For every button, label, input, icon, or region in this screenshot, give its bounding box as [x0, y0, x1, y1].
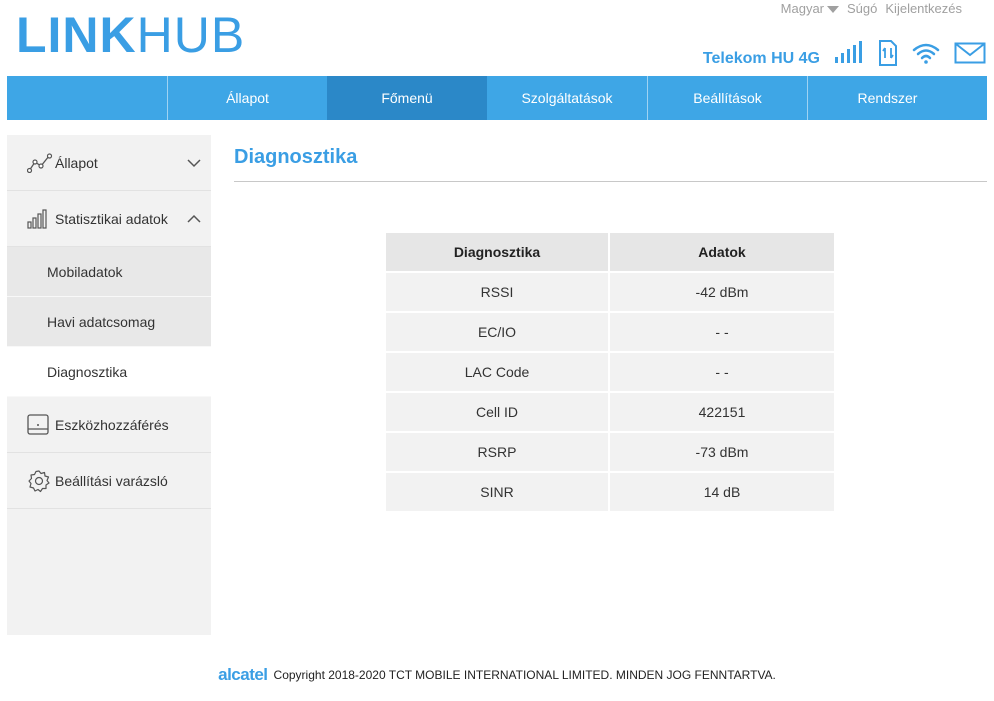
footer: alcatel Copyright 2018-2020 TCT MOBILE I…	[0, 665, 994, 685]
status-bar: Telekom HU 4G	[702, 39, 986, 71]
help-link[interactable]: Súgó	[847, 1, 877, 16]
sidebar-item-beallitasi-varazslo[interactable]: Beállítási varázsló	[7, 453, 211, 509]
top-links: Magyar Súgó Kijelentkezés	[781, 1, 962, 16]
logout-link[interactable]: Kijelentkezés	[885, 1, 962, 16]
wifi-icon	[912, 42, 940, 69]
table-row: RSRP -73 dBm	[386, 433, 834, 473]
sidebar-item-label: Eszközhozzáférés	[55, 416, 169, 433]
row-value: -42 dBm	[610, 273, 834, 313]
column-header-diagnosztika: Diagnosztika	[386, 233, 610, 273]
operator-name: Telekom HU 4G	[702, 50, 820, 67]
row-label: RSRP	[386, 433, 610, 473]
column-header-adatok: Adatok	[610, 233, 834, 273]
nav-fomenu[interactable]: Főmenü	[327, 76, 487, 120]
nav-beallitasok[interactable]: Beállítások	[647, 76, 807, 120]
copyright-text: Copyright 2018-2020 TCT MOBILE INTERNATI…	[273, 668, 776, 682]
table-row: EC/IO - -	[386, 313, 834, 353]
sidebar-subitem-mobiladatok[interactable]: Mobiladatok	[7, 247, 211, 297]
sidebar: Állapot Statisztikai adatok Mobiladatok …	[7, 135, 211, 635]
title-divider	[234, 181, 987, 182]
device-icon	[27, 413, 53, 436]
row-value: 14 dB	[610, 473, 834, 513]
sidebar-item-label: Beállítási varázsló	[55, 472, 168, 489]
linkhub-logo: LINKHUB	[16, 10, 245, 60]
chevron-up-icon	[187, 211, 201, 227]
nav-allapot[interactable]: Állapot	[167, 76, 327, 120]
logo-part1: LINK	[16, 7, 137, 63]
row-value: - -	[610, 313, 834, 353]
gear-icon	[27, 469, 53, 492]
row-label: Cell ID	[386, 393, 610, 433]
nav-rendszer[interactable]: Rendszer	[807, 76, 967, 120]
caret-down-icon	[827, 5, 840, 13]
table-row: SINR 14 dB	[386, 473, 834, 513]
language-label: Magyar	[780, 1, 825, 16]
table-row: RSSI -42 dBm	[386, 273, 834, 313]
row-value: - -	[610, 353, 834, 393]
table-row: Cell ID 422151	[386, 393, 834, 433]
sim-card-icon	[878, 39, 898, 71]
sidebar-item-allapot[interactable]: Állapot	[7, 135, 211, 191]
main-nav: Állapot Főmenü Szolgáltatások Beállításo…	[7, 76, 987, 120]
nav-szolgaltatasok[interactable]: Szolgáltatások	[487, 76, 647, 120]
diagnostics-table: Diagnosztika Adatok RSSI -42 dBm EC/IO -…	[386, 233, 834, 513]
chevron-down-icon	[187, 155, 201, 171]
chart-line-icon	[27, 152, 53, 174]
logo-part2: HUB	[136, 7, 246, 63]
sidebar-item-label: Statisztikai adatok	[55, 210, 168, 227]
table-header-row: Diagnosztika Adatok	[386, 233, 834, 273]
mail-icon[interactable]	[954, 42, 986, 69]
row-label: RSSI	[386, 273, 610, 313]
row-label: LAC Code	[386, 353, 610, 393]
row-value: -73 dBm	[610, 433, 834, 473]
sidebar-subitem-havi-adatcsomag[interactable]: Havi adatcsomag	[7, 297, 211, 347]
sidebar-subitem-diagnosztika[interactable]: Diagnosztika	[7, 347, 211, 397]
alcatel-logo: alcatel	[218, 665, 268, 684]
language-selector[interactable]: Magyar	[780, 1, 840, 16]
signal-strength-icon	[834, 40, 864, 70]
bar-stats-icon	[27, 208, 53, 230]
sidebar-item-statisztikai-adatok[interactable]: Statisztikai adatok	[7, 191, 211, 247]
row-label: SINR	[386, 473, 610, 513]
row-value: 422151	[610, 393, 834, 433]
page-title: Diagnosztika	[234, 146, 358, 168]
sidebar-item-eszkozhozzaferes[interactable]: Eszközhozzáférés	[7, 397, 211, 453]
table-row: LAC Code - -	[386, 353, 834, 393]
sidebar-item-label: Állapot	[55, 154, 98, 171]
row-label: EC/IO	[386, 313, 610, 353]
